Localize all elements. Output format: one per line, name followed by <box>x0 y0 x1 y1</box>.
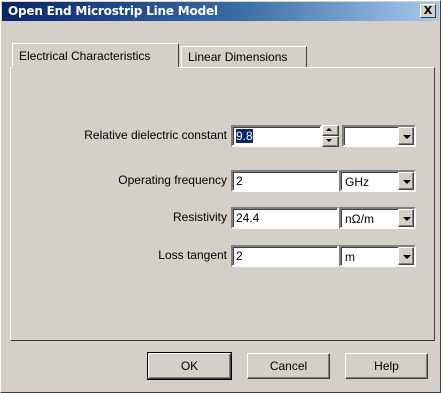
loss-tangent-input[interactable]: 2 <box>231 245 339 267</box>
operating-frequency-value: 2 <box>236 174 243 188</box>
spin-up-icon[interactable] <box>322 125 339 136</box>
loss-tangent-value: 2 <box>236 249 243 263</box>
ok-button-label: OK <box>180 359 199 373</box>
relative-dielectric-constant-value: 9.8 <box>236 129 253 143</box>
tab-label: Linear Dimensions <box>188 50 288 64</box>
loss-tangent-unit-select[interactable]: m <box>339 245 416 267</box>
dialog-window: Open End Microstrip Line Model X Electri… <box>0 0 441 393</box>
resistivity-input[interactable]: 24.4 <box>231 207 339 229</box>
loss-tangent-unit: m <box>345 250 355 264</box>
resistivity-label: Resistivity <box>172 210 227 224</box>
close-icon: X <box>423 4 433 17</box>
cancel-button[interactable]: Cancel <box>247 353 330 379</box>
title-bar[interactable]: Open End Microstrip Line Model X <box>2 2 439 21</box>
resistivity-unit: nΩ/m <box>345 212 374 226</box>
tab-panel <box>10 67 435 341</box>
operating-frequency-unit-select[interactable]: GHz <box>339 170 416 192</box>
resistivity-unit-select[interactable]: nΩ/m <box>339 207 416 229</box>
relative-dielectric-constant-input[interactable]: 9.8 <box>231 125 322 147</box>
tab-join <box>12 66 178 69</box>
relative-dielectric-constant-spinner[interactable] <box>322 125 340 147</box>
operating-frequency-unit: GHz <box>345 175 369 189</box>
operating-frequency-input[interactable]: 2 <box>231 170 339 192</box>
close-button[interactable]: X <box>420 4 436 18</box>
tab-label: Electrical Characteristics <box>19 49 151 63</box>
relative-dielectric-constant-unit-select[interactable] <box>342 125 416 147</box>
help-button-label: Help <box>374 359 399 373</box>
help-button[interactable]: Help <box>345 353 428 379</box>
tab-electrical-characteristics[interactable]: Electrical Characteristics <box>12 43 179 67</box>
chevron-down-icon[interactable] <box>398 127 414 145</box>
cancel-button-label: Cancel <box>269 359 308 373</box>
loss-tangent-label: Loss tangent <box>158 248 227 262</box>
relative-dielectric-constant-label: Relative dielectric constant <box>84 128 227 142</box>
tab-linear-dimensions[interactable]: Linear Dimensions <box>181 46 307 67</box>
operating-frequency-label: Operating frequency <box>118 173 227 187</box>
resistivity-value: 24.4 <box>236 211 260 225</box>
window-title: Open End Microstrip Line Model <box>8 4 218 18</box>
spin-down-icon[interactable] <box>322 136 339 147</box>
ok-button[interactable]: OK <box>147 352 232 380</box>
chevron-down-icon[interactable] <box>398 209 414 227</box>
chevron-down-icon[interactable] <box>398 172 414 190</box>
chevron-down-icon[interactable] <box>398 247 414 265</box>
